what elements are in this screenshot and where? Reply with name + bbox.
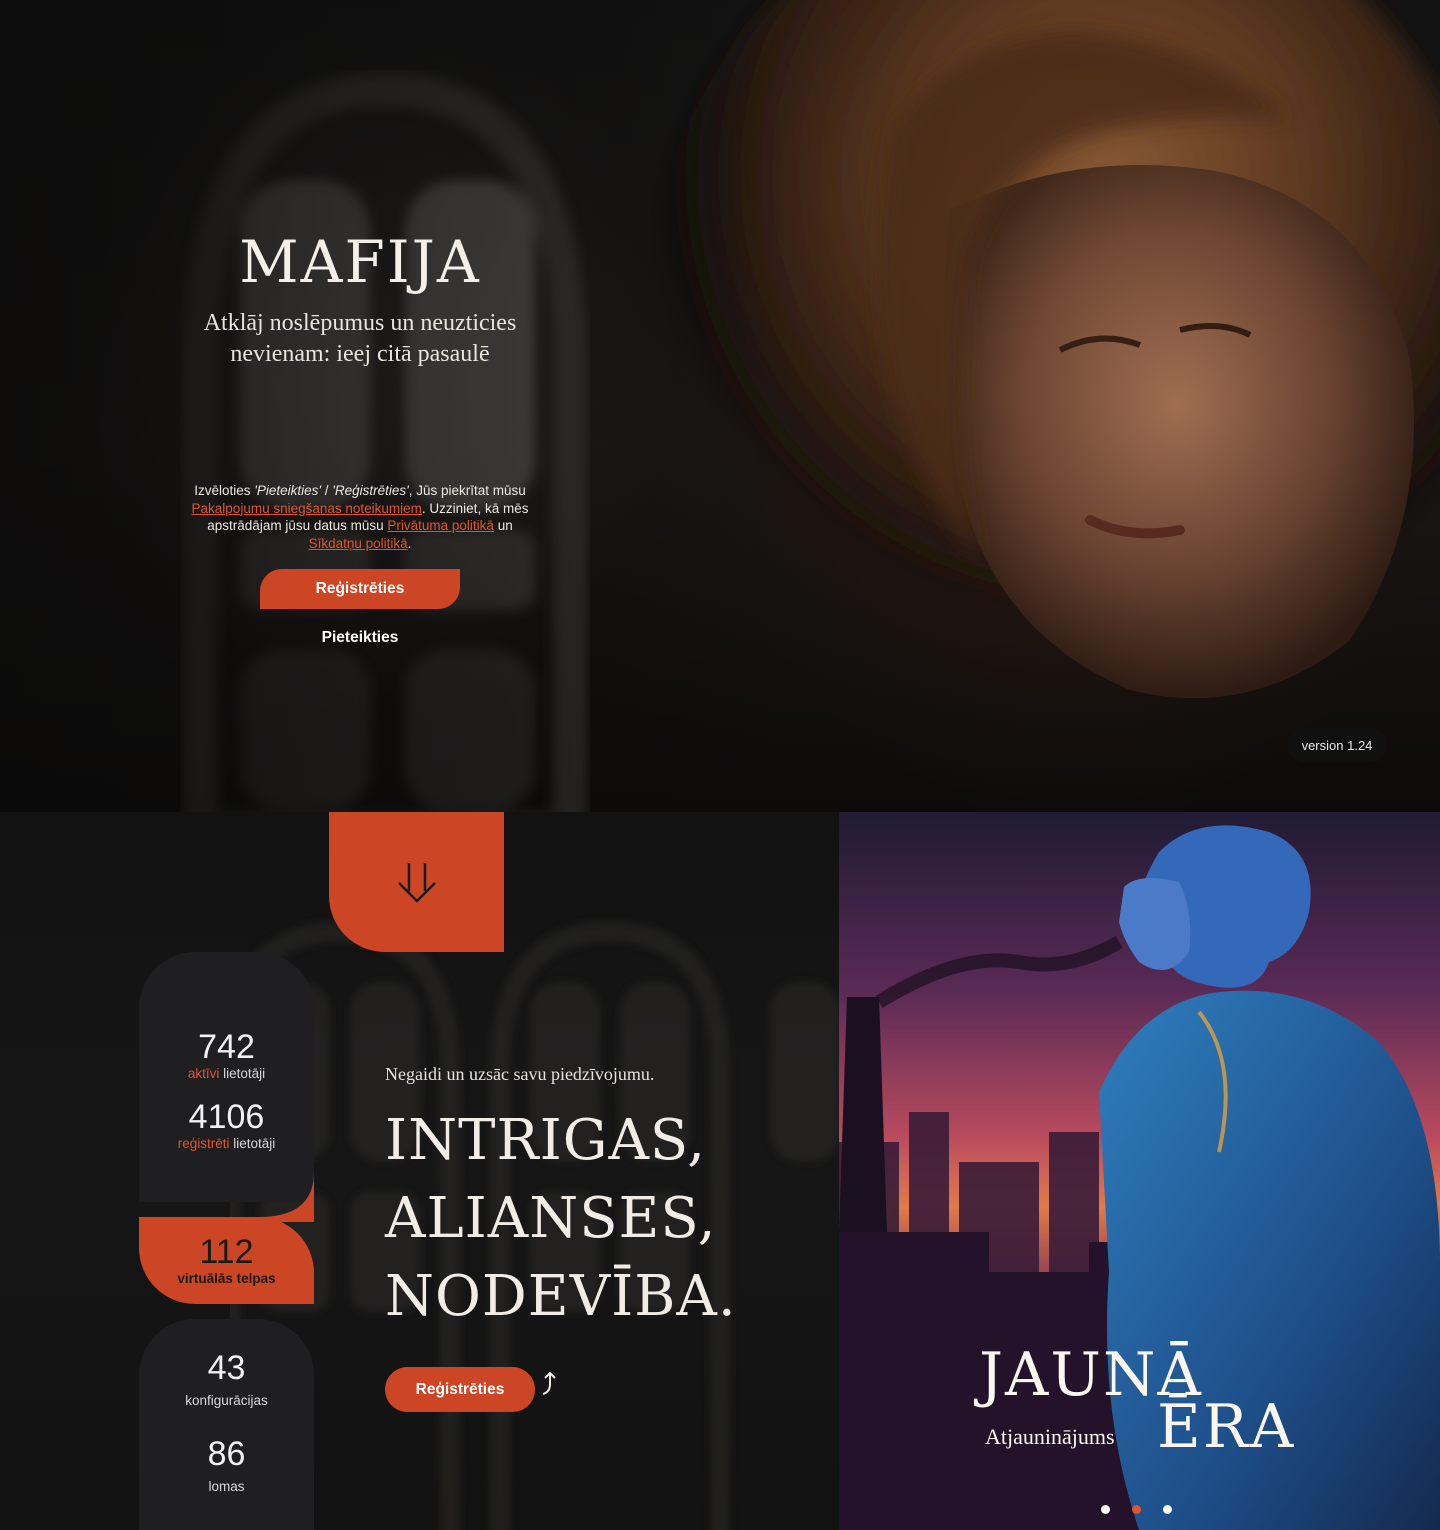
consent-login-option: 'Pieteikties' <box>254 483 321 498</box>
hero-tagline: Atklāj noslēpumus un neuzticies nevienam… <box>203 310 517 367</box>
stat-label: virtuālās telpas <box>177 1271 276 1286</box>
stat-label: aktīvi lietotāji <box>139 1066 314 1082</box>
stat-active-users: 742 aktīvi lietotāji <box>139 1028 314 1082</box>
stat-label-accent: reģistrēti <box>177 1136 230 1151</box>
stat-label-text: lietotāji <box>229 1136 276 1151</box>
stat-configs: 43 konfigurācijas <box>139 1349 314 1409</box>
stat-value: 43 <box>207 1349 246 1387</box>
register-button-secondary[interactable]: Reģistrēties <box>385 1367 535 1412</box>
version-badge: version 1.24 <box>1287 728 1387 762</box>
stats-card-rooms: 112 virtuālās telpas <box>139 1217 314 1304</box>
stat-value: 742 <box>198 1028 255 1066</box>
privacy-policy-link[interactable]: Privātuma politikā <box>387 518 494 533</box>
card-connector <box>139 1172 314 1222</box>
stat-registered-users: 4106 reģistrēti lietotāji <box>139 1098 314 1152</box>
update-subtitle: Atjauninājums <box>985 1424 1115 1449</box>
consent-notice: Izvēloties 'Pieteikties' / 'Reģistrēties… <box>190 482 530 552</box>
carousel-dot-3[interactable] <box>1163 1505 1172 1514</box>
scroll-down-button[interactable] <box>329 812 504 952</box>
headline-line: NODEVĪBA. <box>385 1264 737 1329</box>
hero-section: MAFIJA Atklāj noslēpumus un neuzticies n… <box>0 0 1440 812</box>
stat-label: konfigurācijas <box>185 1393 268 1408</box>
stats-card-config: 43 konfigurācijas 86 lomas <box>139 1319 314 1530</box>
consent-separator: / <box>320 483 333 498</box>
carousel-dot-2[interactable] <box>1132 1505 1141 1514</box>
update-title-line2: ĒRA <box>1157 1392 1296 1462</box>
stat-label-accent: aktīvi <box>187 1066 220 1081</box>
arrow-up-right-icon <box>542 1371 556 1395</box>
update-banner-illustration <box>839 812 1440 1530</box>
features-section: 742 aktīvi lietotāji 4106 reģistrēti lie… <box>0 812 839 1530</box>
section-headline: INTRIGAS, ALIANSES, NODEVĪBA. <box>385 1102 737 1336</box>
stat-label: reģistrēti lietotāji <box>139 1136 314 1152</box>
cookie-policy-link[interactable]: Sīkdatņu politikā <box>309 536 408 551</box>
stat-value: 4106 <box>188 1098 265 1136</box>
consent-text: Izvēloties <box>194 483 255 498</box>
consent-text: , Jūs piekrītat mūsu <box>408 483 526 498</box>
consent-text: un <box>493 518 513 533</box>
update-banner[interactable]: JAUNĀ ĒRA Atjauninājums <box>839 812 1440 1530</box>
stat-rooms: 112 virtuālās telpas <box>139 1233 314 1287</box>
carousel-dot-1[interactable] <box>1101 1505 1110 1514</box>
stat-roles: 86 lomas <box>139 1435 314 1495</box>
headline-line: ALIANSES, <box>385 1186 717 1251</box>
stats-card-users: 742 aktīvi lietotāji 4106 reģistrēti lie… <box>139 952 314 1202</box>
stat-label-text: lietotāji <box>219 1066 266 1081</box>
register-button[interactable]: Reģistrēties <box>260 569 460 609</box>
stat-label: lomas <box>208 1479 245 1494</box>
stat-value: 86 <box>207 1435 246 1473</box>
stat-value: 112 <box>199 1233 254 1271</box>
section-kicker: Negaidi un uzsāc savu piedzīvojumu. <box>385 1064 655 1084</box>
carousel-dots <box>1101 1505 1172 1514</box>
terms-link[interactable]: Pakalpojumu sniegšanas noteikumiem <box>192 501 422 516</box>
hero-overlay <box>0 0 1440 812</box>
login-button[interactable]: Pieteikties <box>280 629 440 647</box>
double-arrow-down-icon <box>397 863 436 903</box>
page-title: MAFIJA <box>239 228 481 296</box>
consent-register-option: 'Reģistrēties' <box>332 483 409 498</box>
headline-line: INTRIGAS, <box>385 1108 707 1173</box>
consent-text: . <box>407 535 412 551</box>
